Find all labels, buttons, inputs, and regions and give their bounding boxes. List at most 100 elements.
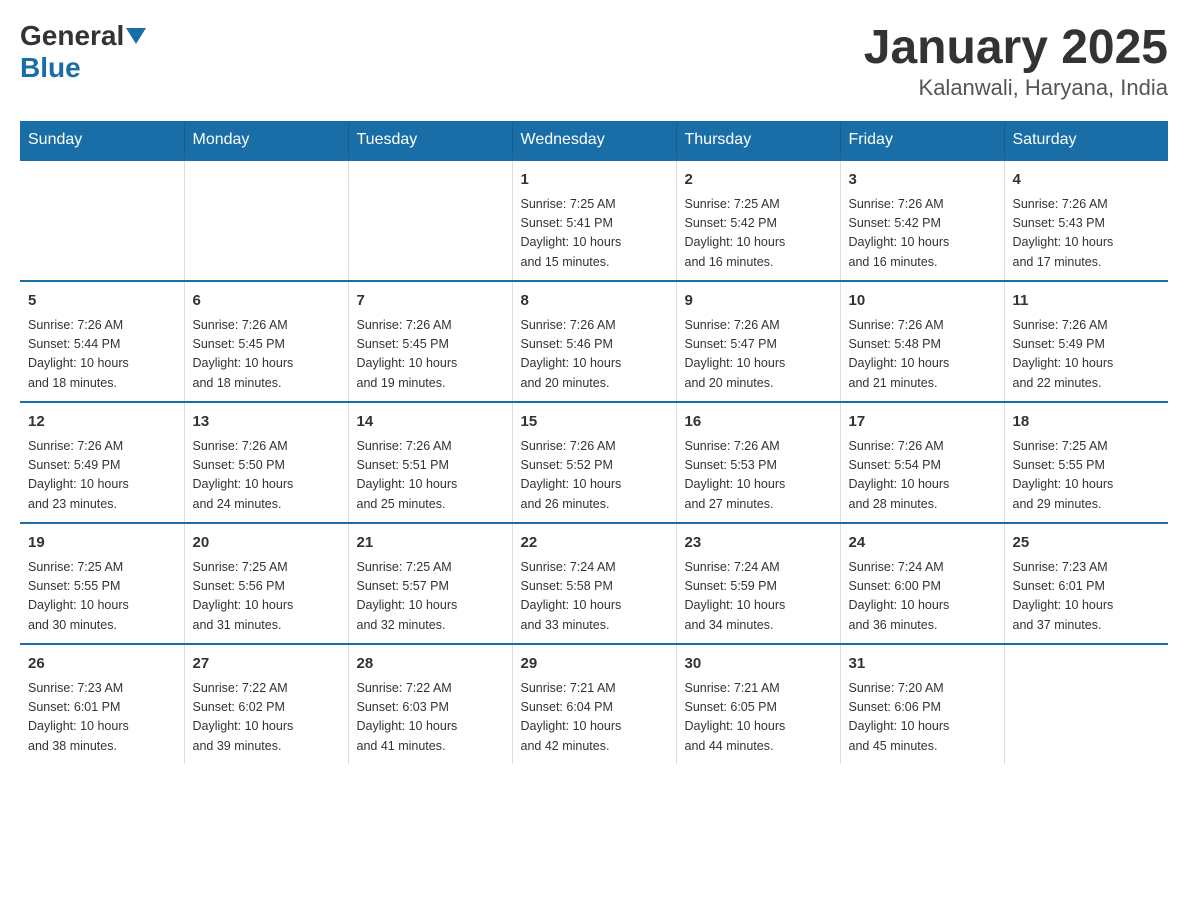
calendar-cell: 21 Sunrise: 7:25 AM Sunset: 5:57 PM Dayli… [348, 523, 512, 644]
day-info: Sunrise: 7:26 AM Sunset: 5:42 PM Dayligh… [849, 195, 996, 273]
day-number: 28 [357, 653, 504, 676]
calendar-cell: 17 Sunrise: 7:26 AM Sunset: 5:54 PM Dayli… [840, 402, 1004, 523]
calendar-cell: 4 Sunrise: 7:26 AM Sunset: 5:43 PM Daylig… [1004, 160, 1168, 281]
calendar-cell: 30Sunrise: 7:21 AM Sunset: 6:05 PM Dayli… [676, 644, 840, 764]
day-info: Sunrise: 7:26 AM Sunset: 5:49 PM Dayligh… [1013, 316, 1161, 394]
calendar-cell: 13Sunrise: 7:26 AM Sunset: 5:50 PM Dayli… [184, 402, 348, 523]
day-number: 5 [28, 290, 176, 313]
calendar-week-row: 19 Sunrise: 7:25 AM Sunset: 5:55 PM Dayli… [20, 523, 1168, 644]
day-number: 3 [849, 169, 996, 192]
logo-general-text: General [20, 20, 124, 52]
calendar-cell: 23 Sunrise: 7:24 AM Sunset: 5:59 PM Dayli… [676, 523, 840, 644]
day-number: 13 [193, 411, 340, 434]
calendar-cell: 25 Sunrise: 7:23 AM Sunset: 6:01 PM Dayli… [1004, 523, 1168, 644]
day-number: 23 [685, 532, 832, 555]
weekday-header-row: SundayMondayTuesdayWednesdayThursdayFrid… [20, 121, 1168, 160]
weekday-header-sunday: Sunday [20, 121, 184, 160]
day-number: 19 [28, 532, 176, 555]
calendar-cell: 7 Sunrise: 7:26 AM Sunset: 5:45 PM Daylig… [348, 281, 512, 402]
calendar-cell: 18 Sunrise: 7:25 AM Sunset: 5:55 PM Dayli… [1004, 402, 1168, 523]
calendar-cell: 11 Sunrise: 7:26 AM Sunset: 5:49 PM Dayli… [1004, 281, 1168, 402]
day-number: 12 [28, 411, 176, 434]
calendar-cell: 9 Sunrise: 7:26 AM Sunset: 5:47 PM Daylig… [676, 281, 840, 402]
logo-triangle-icon [126, 28, 146, 44]
weekday-header-thursday: Thursday [676, 121, 840, 160]
day-info: Sunrise: 7:26 AM Sunset: 5:44 PM Dayligh… [28, 316, 176, 394]
logo-blue-text: Blue [20, 52, 81, 84]
day-info: Sunrise: 7:21 AM Sunset: 6:04 PM Dayligh… [521, 679, 668, 757]
weekday-header-tuesday: Tuesday [348, 121, 512, 160]
calendar-week-row: 5 Sunrise: 7:26 AM Sunset: 5:44 PM Daylig… [20, 281, 1168, 402]
day-number: 17 [849, 411, 996, 434]
day-info: Sunrise: 7:25 AM Sunset: 5:57 PM Dayligh… [357, 558, 504, 636]
day-info: Sunrise: 7:21 AM Sunset: 6:05 PM Dayligh… [685, 679, 832, 757]
day-number: 14 [357, 411, 504, 434]
weekday-header-friday: Friday [840, 121, 1004, 160]
day-info: Sunrise: 7:26 AM Sunset: 5:45 PM Dayligh… [193, 316, 340, 394]
day-info: Sunrise: 7:25 AM Sunset: 5:55 PM Dayligh… [28, 558, 176, 636]
day-info: Sunrise: 7:26 AM Sunset: 5:52 PM Dayligh… [521, 437, 668, 515]
day-number: 10 [849, 290, 996, 313]
day-number: 24 [849, 532, 996, 555]
day-info: Sunrise: 7:25 AM Sunset: 5:56 PM Dayligh… [193, 558, 340, 636]
day-info: Sunrise: 7:26 AM Sunset: 5:48 PM Dayligh… [849, 316, 996, 394]
calendar-cell: 5 Sunrise: 7:26 AM Sunset: 5:44 PM Daylig… [20, 281, 184, 402]
calendar-cell: 22 Sunrise: 7:24 AM Sunset: 5:58 PM Dayli… [512, 523, 676, 644]
day-number: 26 [28, 653, 176, 676]
calendar-week-row: 1Sunrise: 7:25 AM Sunset: 5:41 PM Daylig… [20, 160, 1168, 281]
calendar-cell: 1Sunrise: 7:25 AM Sunset: 5:41 PM Daylig… [512, 160, 676, 281]
day-info: Sunrise: 7:26 AM Sunset: 5:49 PM Dayligh… [28, 437, 176, 515]
day-info: Sunrise: 7:23 AM Sunset: 6:01 PM Dayligh… [28, 679, 176, 757]
day-info: Sunrise: 7:26 AM Sunset: 5:54 PM Dayligh… [849, 437, 996, 515]
calendar-cell: 19 Sunrise: 7:25 AM Sunset: 5:55 PM Dayli… [20, 523, 184, 644]
day-number: 25 [1013, 532, 1161, 555]
calendar-header: SundayMondayTuesdayWednesdayThursdayFrid… [20, 121, 1168, 160]
day-number: 16 [685, 411, 832, 434]
day-number: 20 [193, 532, 340, 555]
day-number: 22 [521, 532, 668, 555]
calendar-cell: 26 Sunrise: 7:23 AM Sunset: 6:01 PM Dayli… [20, 644, 184, 764]
day-info: Sunrise: 7:25 AM Sunset: 5:42 PM Dayligh… [685, 195, 832, 273]
weekday-header-wednesday: Wednesday [512, 121, 676, 160]
day-info: Sunrise: 7:20 AM Sunset: 6:06 PM Dayligh… [849, 679, 996, 757]
calendar-cell: 6 Sunrise: 7:26 AM Sunset: 5:45 PM Daylig… [184, 281, 348, 402]
day-info: Sunrise: 7:23 AM Sunset: 6:01 PM Dayligh… [1013, 558, 1161, 636]
day-number: 27 [193, 653, 340, 676]
day-info: Sunrise: 7:24 AM Sunset: 5:58 PM Dayligh… [521, 558, 668, 636]
calendar-cell: 12 Sunrise: 7:26 AM Sunset: 5:49 PM Dayli… [20, 402, 184, 523]
weekday-header-saturday: Saturday [1004, 121, 1168, 160]
day-number: 15 [521, 411, 668, 434]
day-number: 6 [193, 290, 340, 313]
calendar-cell: 3 Sunrise: 7:26 AM Sunset: 5:42 PM Daylig… [840, 160, 1004, 281]
day-info: Sunrise: 7:24 AM Sunset: 5:59 PM Dayligh… [685, 558, 832, 636]
day-info: Sunrise: 7:24 AM Sunset: 6:00 PM Dayligh… [849, 558, 996, 636]
day-number: 1 [521, 169, 668, 192]
calendar-cell: 27 Sunrise: 7:22 AM Sunset: 6:02 PM Dayli… [184, 644, 348, 764]
day-info: Sunrise: 7:26 AM Sunset: 5:53 PM Dayligh… [685, 437, 832, 515]
calendar-title: January 2025 [864, 20, 1168, 75]
day-info: Sunrise: 7:22 AM Sunset: 6:03 PM Dayligh… [357, 679, 504, 757]
day-info: Sunrise: 7:26 AM Sunset: 5:43 PM Dayligh… [1013, 195, 1161, 273]
day-number: 4 [1013, 169, 1161, 192]
day-number: 11 [1013, 290, 1161, 313]
day-number: 29 [521, 653, 668, 676]
calendar-cell: 14Sunrise: 7:26 AM Sunset: 5:51 PM Dayli… [348, 402, 512, 523]
day-number: 21 [357, 532, 504, 555]
day-number: 31 [849, 653, 996, 676]
day-number: 9 [685, 290, 832, 313]
calendar-cell [20, 160, 184, 281]
day-info: Sunrise: 7:26 AM Sunset: 5:45 PM Dayligh… [357, 316, 504, 394]
day-info: Sunrise: 7:22 AM Sunset: 6:02 PM Dayligh… [193, 679, 340, 757]
calendar-cell: 24 Sunrise: 7:24 AM Sunset: 6:00 PM Dayli… [840, 523, 1004, 644]
calendar-cell: 8Sunrise: 7:26 AM Sunset: 5:46 PM Daylig… [512, 281, 676, 402]
day-info: Sunrise: 7:25 AM Sunset: 5:55 PM Dayligh… [1013, 437, 1161, 515]
day-info: Sunrise: 7:26 AM Sunset: 5:47 PM Dayligh… [685, 316, 832, 394]
calendar-cell: 29 Sunrise: 7:21 AM Sunset: 6:04 PM Dayli… [512, 644, 676, 764]
calendar-cell: 31 Sunrise: 7:20 AM Sunset: 6:06 PM Dayli… [840, 644, 1004, 764]
day-number: 18 [1013, 411, 1161, 434]
calendar-cell [348, 160, 512, 281]
calendar-cell: 28 Sunrise: 7:22 AM Sunset: 6:03 PM Dayli… [348, 644, 512, 764]
calendar-week-row: 12 Sunrise: 7:26 AM Sunset: 5:49 PM Dayli… [20, 402, 1168, 523]
page-header: General Blue January 2025 Kalanwali, Har… [20, 20, 1168, 101]
day-number: 7 [357, 290, 504, 313]
